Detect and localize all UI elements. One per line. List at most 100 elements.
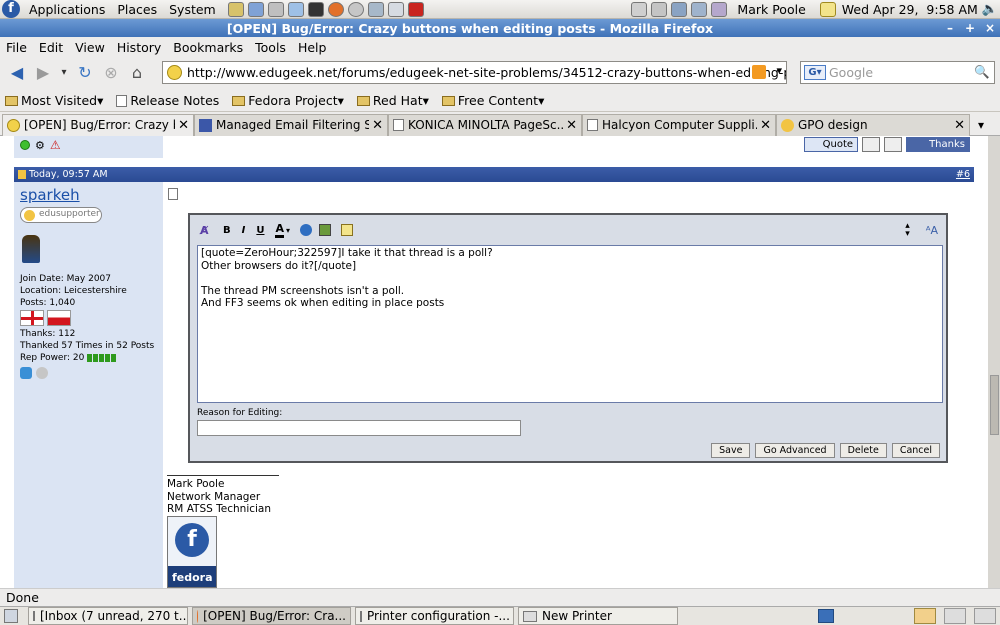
terminal-icon[interactable]: [307, 1, 324, 17]
tab-konica-minolta[interactable]: KONICA MINOLTA PageSc... ✕: [388, 113, 582, 136]
tab-bug-error[interactable]: [OPEN] Bug/Error: Crazy b... ✕: [2, 113, 194, 136]
google-engine-icon[interactable]: G▾: [804, 65, 826, 80]
tab-gpo-design[interactable]: GPO design ✕: [776, 113, 970, 136]
firefox-icon[interactable]: [327, 1, 344, 17]
username-link[interactable]: sparkeh: [20, 186, 157, 204]
skype-icon[interactable]: [36, 367, 48, 379]
post-number-link[interactable]: #6: [956, 169, 970, 180]
window-titlebar[interactable]: [OPEN] Bug/Error: Crazy buttons when edi…: [0, 19, 1000, 37]
forward-arrow-icon[interactable]: ▶: [31, 61, 55, 85]
maximize-button[interactable]: +: [960, 20, 980, 36]
bookmark-fedora-project[interactable]: Fedora Project ▾: [232, 93, 344, 108]
home-icon[interactable]: ⌂: [125, 61, 149, 85]
close-window-button[interactable]: ×: [980, 20, 1000, 36]
site-identity-icon[interactable]: [167, 65, 182, 80]
multiquote-icon[interactable]: [862, 137, 881, 152]
launcher-icon[interactable]: [247, 1, 264, 17]
volume-icon[interactable]: 🔈: [982, 2, 998, 17]
menu-bookmarks[interactable]: Bookmarks: [167, 40, 249, 55]
font-color-dropdown-icon[interactable]: ▾: [286, 226, 290, 235]
menu-tools[interactable]: Tools: [249, 40, 292, 55]
tab-managed-email[interactable]: Managed Email Filtering S... ✕: [194, 113, 388, 136]
workspace-1[interactable]: [818, 609, 834, 623]
cancel-button[interactable]: Cancel: [891, 443, 940, 458]
taskbar-item-inbox[interactable]: [Inbox (7 unread, 270 t...: [28, 607, 188, 625]
notes-icon[interactable]: [819, 1, 836, 17]
powered-by-fedora-badge[interactable]: f fedora: [167, 516, 217, 588]
italic-icon[interactable]: I: [242, 225, 246, 236]
back-arrow-icon[interactable]: ◀: [5, 61, 29, 85]
history-dropdown-icon[interactable]: ▾: [57, 61, 71, 85]
vertical-scrollbar[interactable]: [988, 136, 1000, 588]
user-avatar[interactable]: [22, 235, 40, 263]
minimize-button[interactable]: –: [940, 20, 960, 36]
tab-close-icon[interactable]: ✕: [178, 118, 189, 133]
taskbar-item-firefox[interactable]: [OPEN] Bug/Error: Cra...: [192, 607, 351, 625]
edit-post-icon[interactable]: [884, 137, 903, 152]
taskbar-item-printer-config[interactable]: Printer configuration -...: [355, 607, 514, 625]
url-bar[interactable]: http://www.edugeek.net/forums/edugeek-ne…: [162, 61, 787, 84]
fedora-logo-icon[interactable]: f: [2, 0, 20, 18]
tray-icon[interactable]: [671, 1, 688, 17]
delete-button[interactable]: Delete: [839, 443, 887, 458]
launcher-icon[interactable]: [287, 1, 304, 17]
filezilla-icon[interactable]: [407, 1, 424, 17]
search-input[interactable]: G▾ Google 🔍: [800, 61, 995, 84]
show-desktop-icon[interactable]: [4, 609, 18, 623]
reload-icon[interactable]: ↻: [73, 61, 97, 85]
tray-icon[interactable]: [631, 1, 648, 17]
workspace-2[interactable]: [914, 608, 936, 624]
launcher-icon[interactable]: [227, 1, 244, 17]
tab-close-icon[interactable]: ✕: [372, 118, 383, 133]
panel-clock[interactable]: Wed Apr 29, 9:58 AM: [842, 2, 978, 17]
launcher-icon[interactable]: [367, 1, 384, 17]
workspace-3[interactable]: [944, 608, 966, 624]
workspace-4[interactable]: [974, 608, 996, 624]
panel-user[interactable]: Mark Poole: [737, 2, 805, 17]
quote-button[interactable]: Quote: [803, 137, 859, 152]
panel-menu-places[interactable]: Places: [111, 2, 163, 17]
tray-icon[interactable]: [691, 1, 708, 17]
bookmark-red-hat[interactable]: Red Hat ▾: [356, 93, 429, 108]
bookmark-free-content[interactable]: Free Content ▾: [441, 93, 544, 108]
remove-format-icon[interactable]: A̸: [200, 224, 213, 237]
launcher-icon[interactable]: [387, 1, 404, 17]
tab-close-icon[interactable]: ✕: [760, 118, 771, 133]
font-color-icon[interactable]: A: [275, 222, 284, 238]
editor-textarea[interactable]: [quote=ZeroHour;322597]I take it that th…: [197, 245, 943, 403]
url-dropdown-icon[interactable]: ▾: [776, 64, 782, 77]
tray-icon[interactable]: [651, 1, 668, 17]
insert-link-icon[interactable]: [300, 224, 313, 236]
panel-menu-system[interactable]: System: [163, 2, 222, 17]
msn-icon[interactable]: [20, 367, 32, 379]
tray-icon[interactable]: [711, 1, 728, 17]
report-post-icon[interactable]: ⚠: [50, 138, 61, 152]
menu-edit[interactable]: Edit: [33, 40, 69, 55]
tab-close-icon[interactable]: ✕: [954, 118, 965, 133]
panel-menu-applications[interactable]: Applications: [23, 2, 111, 17]
scrollbar-thumb[interactable]: [990, 375, 999, 435]
menu-help[interactable]: Help: [292, 40, 333, 55]
menu-history[interactable]: History: [111, 40, 167, 55]
bold-icon[interactable]: B: [223, 225, 231, 236]
menu-view[interactable]: View: [69, 40, 111, 55]
insert-image-icon[interactable]: [319, 224, 332, 236]
tab-close-icon[interactable]: ✕: [566, 118, 577, 133]
taskbar-item-new-printer[interactable]: New Printer: [518, 607, 678, 625]
quote-icon[interactable]: [341, 224, 354, 236]
search-go-icon[interactable]: 🔍: [974, 64, 990, 80]
tab-halcyon[interactable]: Halcyon Computer Suppli... ✕: [582, 113, 776, 136]
launcher-icon[interactable]: [347, 1, 364, 17]
switch-editor-mode-icon[interactable]: ᴬA: [926, 224, 938, 237]
stop-icon[interactable]: ⊗: [99, 61, 123, 85]
rss-icon[interactable]: [752, 65, 766, 79]
reason-for-editing-input[interactable]: [197, 420, 521, 436]
tab-list-icon[interactable]: ▾: [978, 118, 984, 132]
go-advanced-button[interactable]: Go Advanced: [755, 443, 835, 458]
user-info-icon[interactable]: ⚙: [35, 139, 45, 152]
thanks-button[interactable]: Thanks: [906, 137, 970, 152]
save-button[interactable]: Save: [711, 443, 751, 458]
menu-file[interactable]: File: [0, 40, 33, 55]
bookmark-most-visited[interactable]: Most Visited ▾: [5, 93, 103, 108]
resize-editor-icon[interactable]: ▴ ▾: [905, 222, 910, 239]
